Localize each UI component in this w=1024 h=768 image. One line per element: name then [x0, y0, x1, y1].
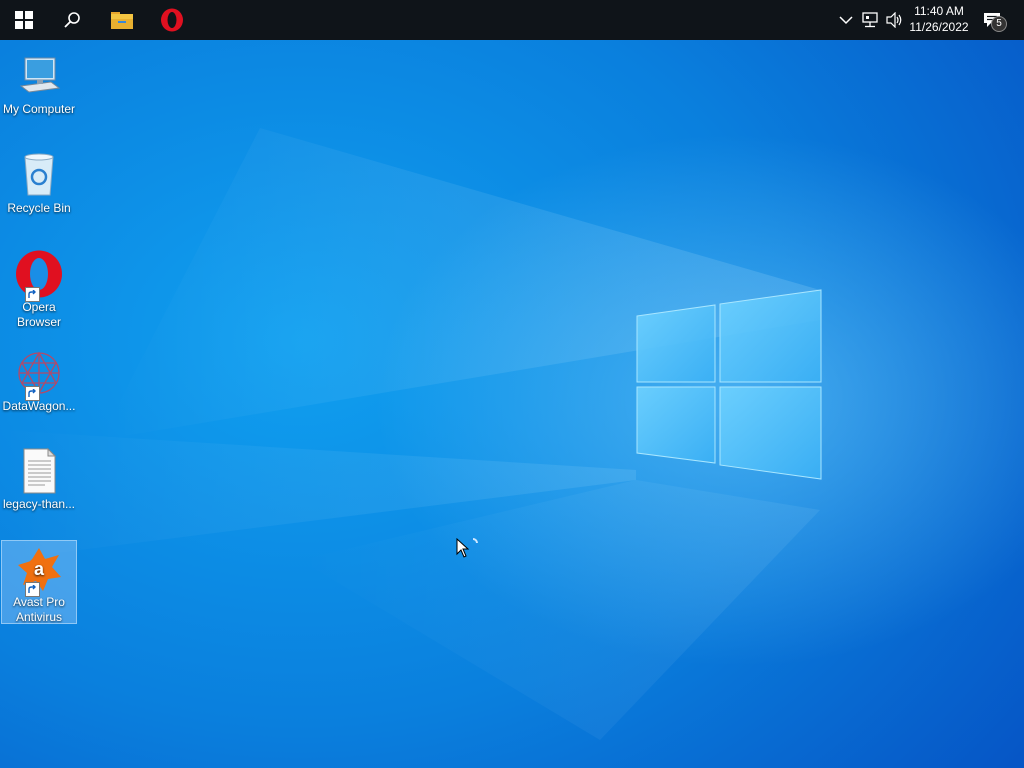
notification-count-badge: 5 — [991, 16, 1007, 32]
taskbar: 11:40 AM 11/26/2022 5 — [0, 0, 1024, 40]
clock-time: 11:40 AM — [914, 4, 964, 18]
clock[interactable]: 11:40 AM 11/26/2022 — [904, 3, 974, 35]
volume-button[interactable] — [884, 0, 906, 40]
desktop-icon-datawagon[interactable]: DataWagon... — [2, 345, 76, 414]
desktop-icon-label: DataWagon... — [2, 399, 76, 413]
opera-taskbar-button[interactable] — [148, 0, 196, 40]
network-button[interactable] — [860, 0, 882, 40]
chevron-up-icon — [839, 16, 853, 25]
avast-icon: a — [15, 545, 63, 597]
svg-text:a: a — [34, 559, 45, 579]
datawagon-icon — [15, 349, 63, 401]
busy-cursor-icon — [456, 537, 482, 565]
tray-overflow-button[interactable] — [836, 0, 856, 40]
desktop-icon-label: Opera Browser — [16, 300, 61, 329]
file-explorer-button[interactable] — [98, 0, 146, 40]
text-document-icon — [15, 447, 63, 495]
search-button[interactable] — [48, 0, 96, 40]
file-explorer-icon — [111, 12, 133, 29]
computer-icon — [15, 52, 63, 100]
desktop-icon-recycle-bin[interactable]: Recycle Bin — [2, 147, 76, 216]
desktop-icon-label: My Computer — [2, 102, 76, 116]
desktop-icon-legacy-file[interactable]: legacy-than... — [2, 443, 76, 512]
network-icon — [862, 12, 878, 28]
shortcut-arrow-icon — [25, 287, 40, 302]
action-center-button[interactable]: 5 — [980, 0, 1007, 40]
opera-icon — [161, 8, 183, 32]
desktop-icon-label: legacy-than... — [2, 497, 76, 511]
recycle-bin-icon — [15, 151, 63, 199]
search-icon — [64, 12, 80, 28]
wallpaper-windows-logo — [0, 40, 1024, 768]
desktop[interactable]: My Computer Recycle Bin Opera Browser Da… — [0, 40, 1024, 768]
desktop-icon-opera-browser[interactable]: Opera Browser — [2, 246, 76, 330]
volume-icon — [886, 12, 902, 28]
shortcut-arrow-icon — [25, 582, 40, 597]
shortcut-arrow-icon — [25, 386, 40, 401]
desktop-icon-label: Recycle Bin — [7, 201, 71, 215]
windows-logo-icon — [15, 11, 33, 29]
desktop-icon-avast-pro-antivirus[interactable]: a Avast Pro Antivirus — [1, 540, 77, 624]
desktop-icon-label: Avast Pro Antivirus — [13, 595, 65, 624]
desktop-icon-my-computer[interactable]: My Computer — [2, 48, 76, 117]
clock-date: 11/26/2022 — [909, 20, 969, 34]
opera-icon — [15, 250, 63, 302]
start-button[interactable] — [0, 0, 48, 40]
